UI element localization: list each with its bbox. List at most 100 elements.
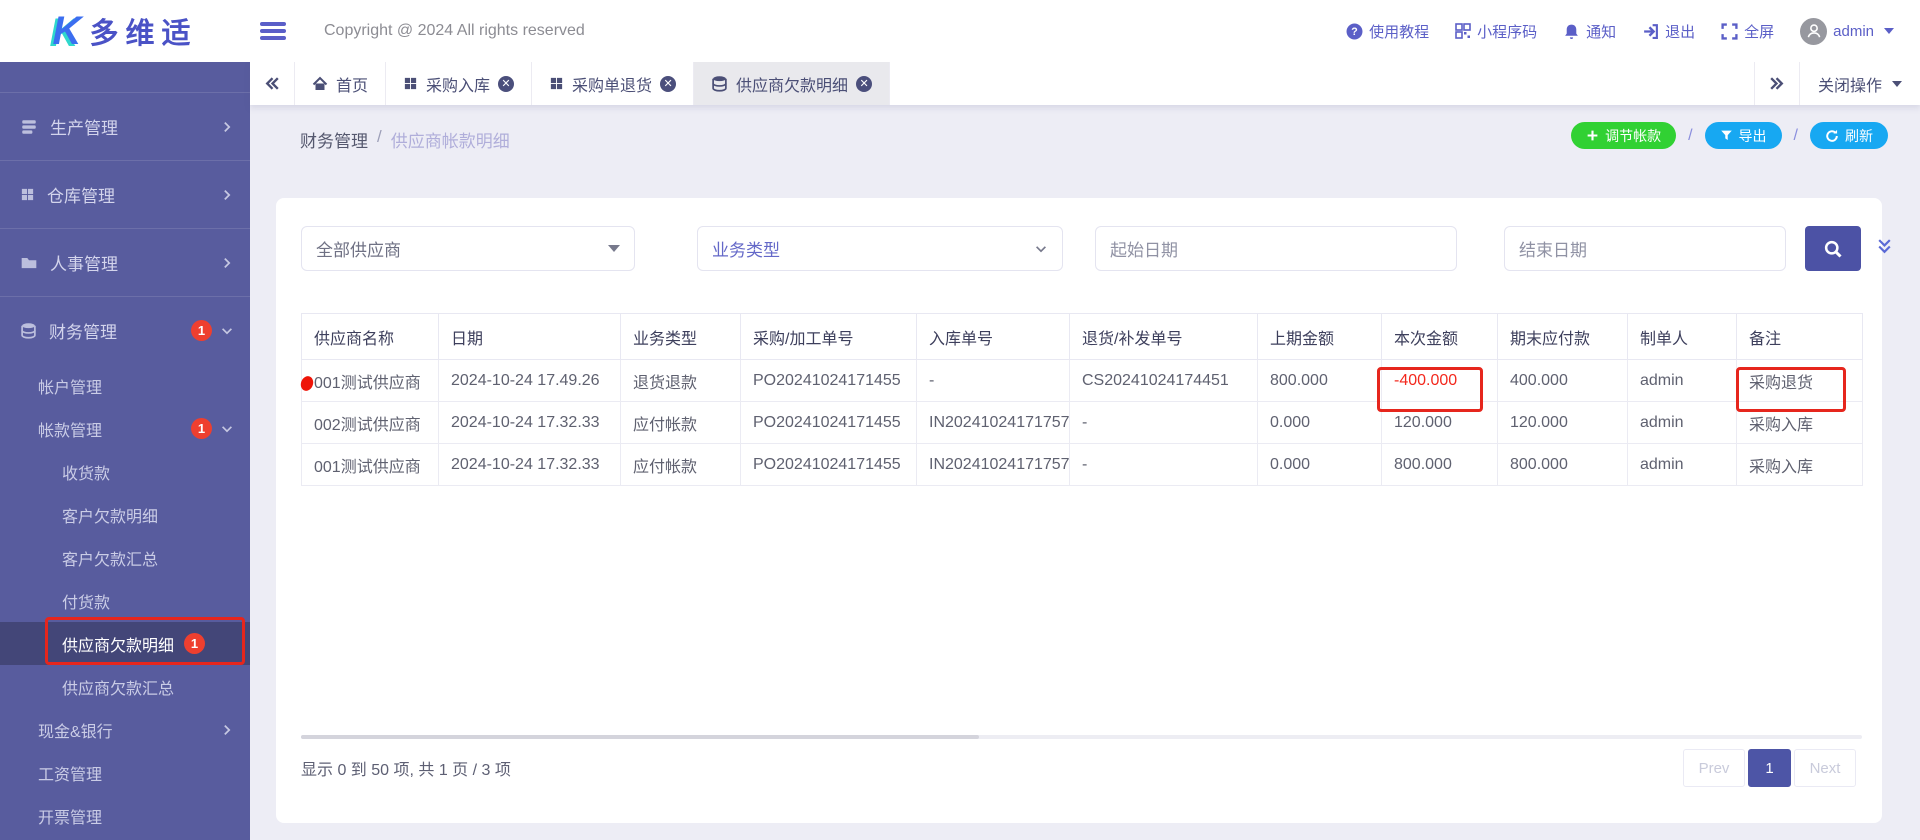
table-row[interactable]: 001测试供应商2024-10-24 17.49.26退货退款PO2024102…	[302, 360, 1863, 402]
close-icon[interactable]: ✕	[856, 76, 872, 92]
plus-icon	[1586, 129, 1599, 142]
column-header-supplier-name[interactable]: 供应商名称	[302, 314, 439, 360]
funnel-icon	[1720, 129, 1733, 142]
cell-return-number: CS20241024174451	[1070, 360, 1258, 402]
tabs-scroll-left-icon[interactable]	[250, 62, 295, 105]
data-card: 全部供应商 业务类型 起始日期 结束日期 供应商名称日期业务类型采购/加工单号入…	[276, 198, 1882, 823]
logout-icon	[1642, 23, 1659, 40]
scrollbar-thumb[interactable]	[301, 735, 979, 739]
prev-page-button[interactable]: Prev	[1683, 749, 1745, 787]
cell-remark: 采购入库	[1737, 402, 1863, 444]
tab-purchase-return[interactable]: 采购单退货✕	[532, 62, 694, 105]
chevron-down-icon	[220, 324, 234, 338]
supplier-select[interactable]: 全部供应商	[301, 226, 635, 271]
sidebar-item-customer-debt-detail[interactable]: 客户欠款明细	[0, 493, 250, 536]
search-button[interactable]	[1805, 226, 1861, 271]
tab-supplier-debt-detail[interactable]: 供应商欠款明细✕	[694, 62, 890, 105]
sidebar-item-pay-goods[interactable]: 付货款	[0, 579, 250, 622]
sidebar-item-label: 工资管理	[38, 761, 102, 785]
chevron-down-sm-icon	[1034, 242, 1048, 256]
horizontal-scrollbar[interactable]	[301, 735, 1862, 739]
column-header-date[interactable]: 日期	[439, 314, 621, 360]
column-header-return-number[interactable]: 退货/补发单号	[1070, 314, 1258, 360]
header-link-fullscreen[interactable]: 全屏	[1721, 21, 1774, 42]
db-icon	[711, 75, 728, 92]
tab-home[interactable]: 首页	[295, 62, 386, 105]
header-link-label: 使用教程	[1369, 21, 1429, 42]
column-header-creator[interactable]: 制单人	[1628, 314, 1737, 360]
chevron-down-icon	[220, 422, 234, 436]
chevron-down-icon	[1034, 242, 1048, 256]
sidebar-item-customer-debt-summary[interactable]: 客户欠款汇总	[0, 536, 250, 579]
sidebar-item-label: 帐户管理	[38, 374, 102, 398]
header-link-label: 通知	[1586, 21, 1616, 42]
close-icon[interactable]: ✕	[498, 76, 514, 92]
sidebar-item-receive-payment[interactable]: 收货款	[0, 450, 250, 493]
expand-filters-icon[interactable]	[1876, 238, 1893, 255]
sidebar-item-supplier-debt-summary[interactable]: 供应商欠款汇总	[0, 665, 250, 708]
chevron-right-icon	[220, 723, 234, 737]
current-page-button[interactable]: 1	[1748, 749, 1791, 787]
column-header-prev-amount[interactable]: 上期金额	[1258, 314, 1382, 360]
table-row[interactable]: 002测试供应商2024-10-24 17.32.33应付帐款PO2024102…	[302, 402, 1863, 444]
cell-biz-type: 应付帐款	[621, 444, 741, 486]
svg-text:?: ?	[1351, 26, 1357, 38]
search-icon	[1823, 239, 1843, 259]
db-icon	[20, 322, 37, 339]
end-date-input[interactable]: 结束日期	[1504, 226, 1786, 271]
column-header-inbound-number[interactable]: 入库单号	[917, 314, 1070, 360]
cell-supplier-name: 002测试供应商	[302, 402, 439, 444]
table-row[interactable]: 001测试供应商2024-10-24 17.32.33应付帐款PO2024102…	[302, 444, 1863, 486]
action-separator: /	[1794, 127, 1798, 145]
action-adjust-account-button[interactable]: 调节帐款	[1571, 122, 1676, 149]
sidebar-item-hr-mgmt[interactable]: 人事管理	[0, 228, 250, 296]
sidebar-item-account-mgmt[interactable]: 帐户管理	[0, 364, 250, 407]
sidebar-item-label: 供应商欠款汇总	[62, 675, 174, 699]
chevron-right-icon	[220, 120, 234, 134]
menu-toggle-icon[interactable]	[260, 22, 286, 40]
biz-type-select[interactable]: 业务类型	[697, 226, 1063, 271]
grid-icon	[20, 187, 35, 202]
action-export-button[interactable]: 导出	[1705, 122, 1782, 149]
cell-po-number: PO20241024171455	[741, 402, 917, 444]
header-link-logout[interactable]: 退出	[1642, 21, 1695, 42]
header-link-label: 全屏	[1744, 21, 1774, 42]
column-header-po-number[interactable]: 采购/加工单号	[741, 314, 917, 360]
start-date-input[interactable]: 起始日期	[1095, 226, 1457, 271]
column-header-ending-payable[interactable]: 期末应付款	[1498, 314, 1628, 360]
notification-badge: 1	[191, 320, 212, 341]
breadcrumb-parent[interactable]: 财务管理	[300, 127, 368, 152]
app-logo[interactable]: K 多维适	[0, 0, 250, 62]
tabs-scroll-right-icon[interactable]	[1754, 62, 1799, 105]
sidebar-item-label: 仓库管理	[47, 182, 115, 207]
sidebar-item-production-mgmt[interactable]: 生产管理	[0, 92, 250, 160]
sidebar-item-supplier-debt-detail[interactable]: 供应商欠款明细1	[0, 622, 250, 665]
action-label: 刷新	[1845, 126, 1873, 146]
sidebar-item-finance-mgmt[interactable]: 财务管理1	[0, 296, 250, 364]
column-header-current-amount[interactable]: 本次金额	[1382, 314, 1498, 360]
column-header-remark[interactable]: 备注	[1737, 314, 1863, 360]
close-operations-dropdown[interactable]: 关闭操作	[1799, 62, 1920, 105]
chevron-down-icon	[1892, 81, 1902, 87]
header-link-tutorial[interactable]: ? 使用教程	[1346, 21, 1429, 42]
column-header-biz-type[interactable]: 业务类型	[621, 314, 741, 360]
sidebar-item-payment-mgmt[interactable]: 帐款管理1	[0, 407, 250, 450]
sidebar-item-warehouse-mgmt[interactable]: 仓库管理	[0, 160, 250, 228]
user-menu[interactable]: admin	[1800, 18, 1894, 45]
sidebar-item-cash-bank[interactable]: 现金&银行	[0, 708, 250, 751]
tab-purchase-inbound[interactable]: 采购入库✕	[386, 62, 532, 105]
header-link-miniprogram[interactable]: 小程序码	[1455, 21, 1537, 42]
header-link-notify[interactable]: 通知	[1563, 21, 1616, 42]
action-refresh-button[interactable]: 刷新	[1810, 122, 1888, 149]
sidebar-item-invoice-mgmt[interactable]: 开票管理	[0, 794, 250, 837]
action-separator: /	[1688, 127, 1692, 145]
double-chevron-down-icon	[1876, 238, 1893, 255]
sidebar-item-salary-mgmt[interactable]: 工资管理	[0, 751, 250, 794]
cell-ending-payable: 800.000	[1498, 444, 1628, 486]
next-page-button[interactable]: Next	[1794, 749, 1856, 787]
grid-icon	[403, 76, 418, 91]
question-icon: ?	[1346, 23, 1363, 40]
close-icon[interactable]: ✕	[660, 76, 676, 92]
page-actions: 调节帐款 / 导出 / 刷新	[1571, 122, 1888, 149]
sidebar-item-label: 现金&银行	[38, 718, 113, 742]
